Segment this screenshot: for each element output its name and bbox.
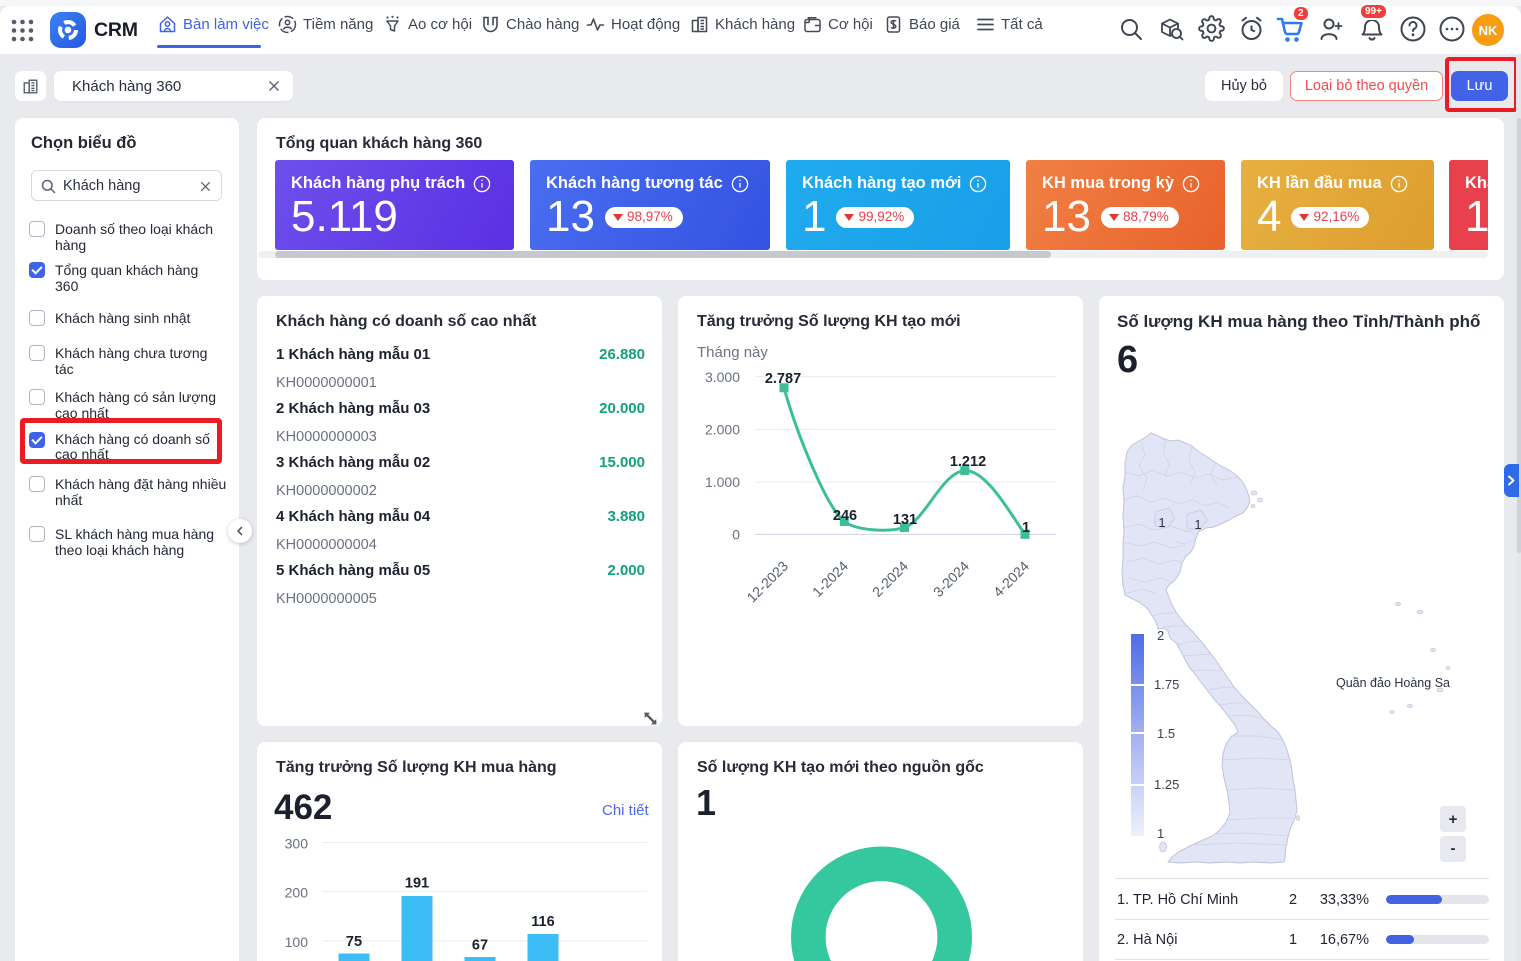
- svg-text:246: 246: [833, 508, 857, 524]
- svg-text:1: 1: [1157, 826, 1164, 841]
- svg-text:+: +: [1449, 811, 1458, 828]
- svg-text:Quần đảo Hoàng Sa: Quần đảo Hoàng Sa: [1336, 676, 1450, 690]
- svg-text:1.5: 1.5: [1157, 726, 1175, 741]
- svg-text:2: 2: [1157, 628, 1164, 643]
- svg-text:12-2023: 12-2023: [743, 558, 791, 606]
- svg-text:1.25: 1.25: [1154, 777, 1179, 792]
- svg-text:-: -: [1451, 840, 1456, 857]
- svg-text:3-2024: 3-2024: [930, 558, 972, 600]
- svg-text:3.000: 3.000: [705, 369, 740, 385]
- svg-text:75: 75: [346, 934, 362, 950]
- svg-text:1: 1: [1194, 517, 1201, 532]
- svg-text:131: 131: [893, 512, 917, 528]
- svg-text:2.787: 2.787: [765, 371, 801, 387]
- svg-text:1: 1: [1022, 520, 1030, 536]
- svg-text:300: 300: [285, 836, 309, 852]
- svg-text:116: 116: [531, 914, 554, 930]
- svg-text:2-2024: 2-2024: [869, 558, 911, 600]
- svg-text:0: 0: [732, 527, 740, 543]
- svg-text:1.75: 1.75: [1154, 677, 1179, 692]
- svg-text:4-2024: 4-2024: [990, 558, 1032, 600]
- svg-text:200: 200: [285, 885, 309, 901]
- svg-text:100: 100: [285, 934, 309, 950]
- svg-text:1: 1: [1158, 515, 1165, 530]
- svg-text:67: 67: [472, 938, 488, 954]
- svg-text:1.000: 1.000: [705, 474, 740, 490]
- svg-text:2.000: 2.000: [705, 422, 740, 438]
- svg-text:191: 191: [405, 876, 429, 892]
- svg-text:1.212: 1.212: [950, 454, 986, 470]
- svg-text:1-2024: 1-2024: [809, 558, 851, 600]
